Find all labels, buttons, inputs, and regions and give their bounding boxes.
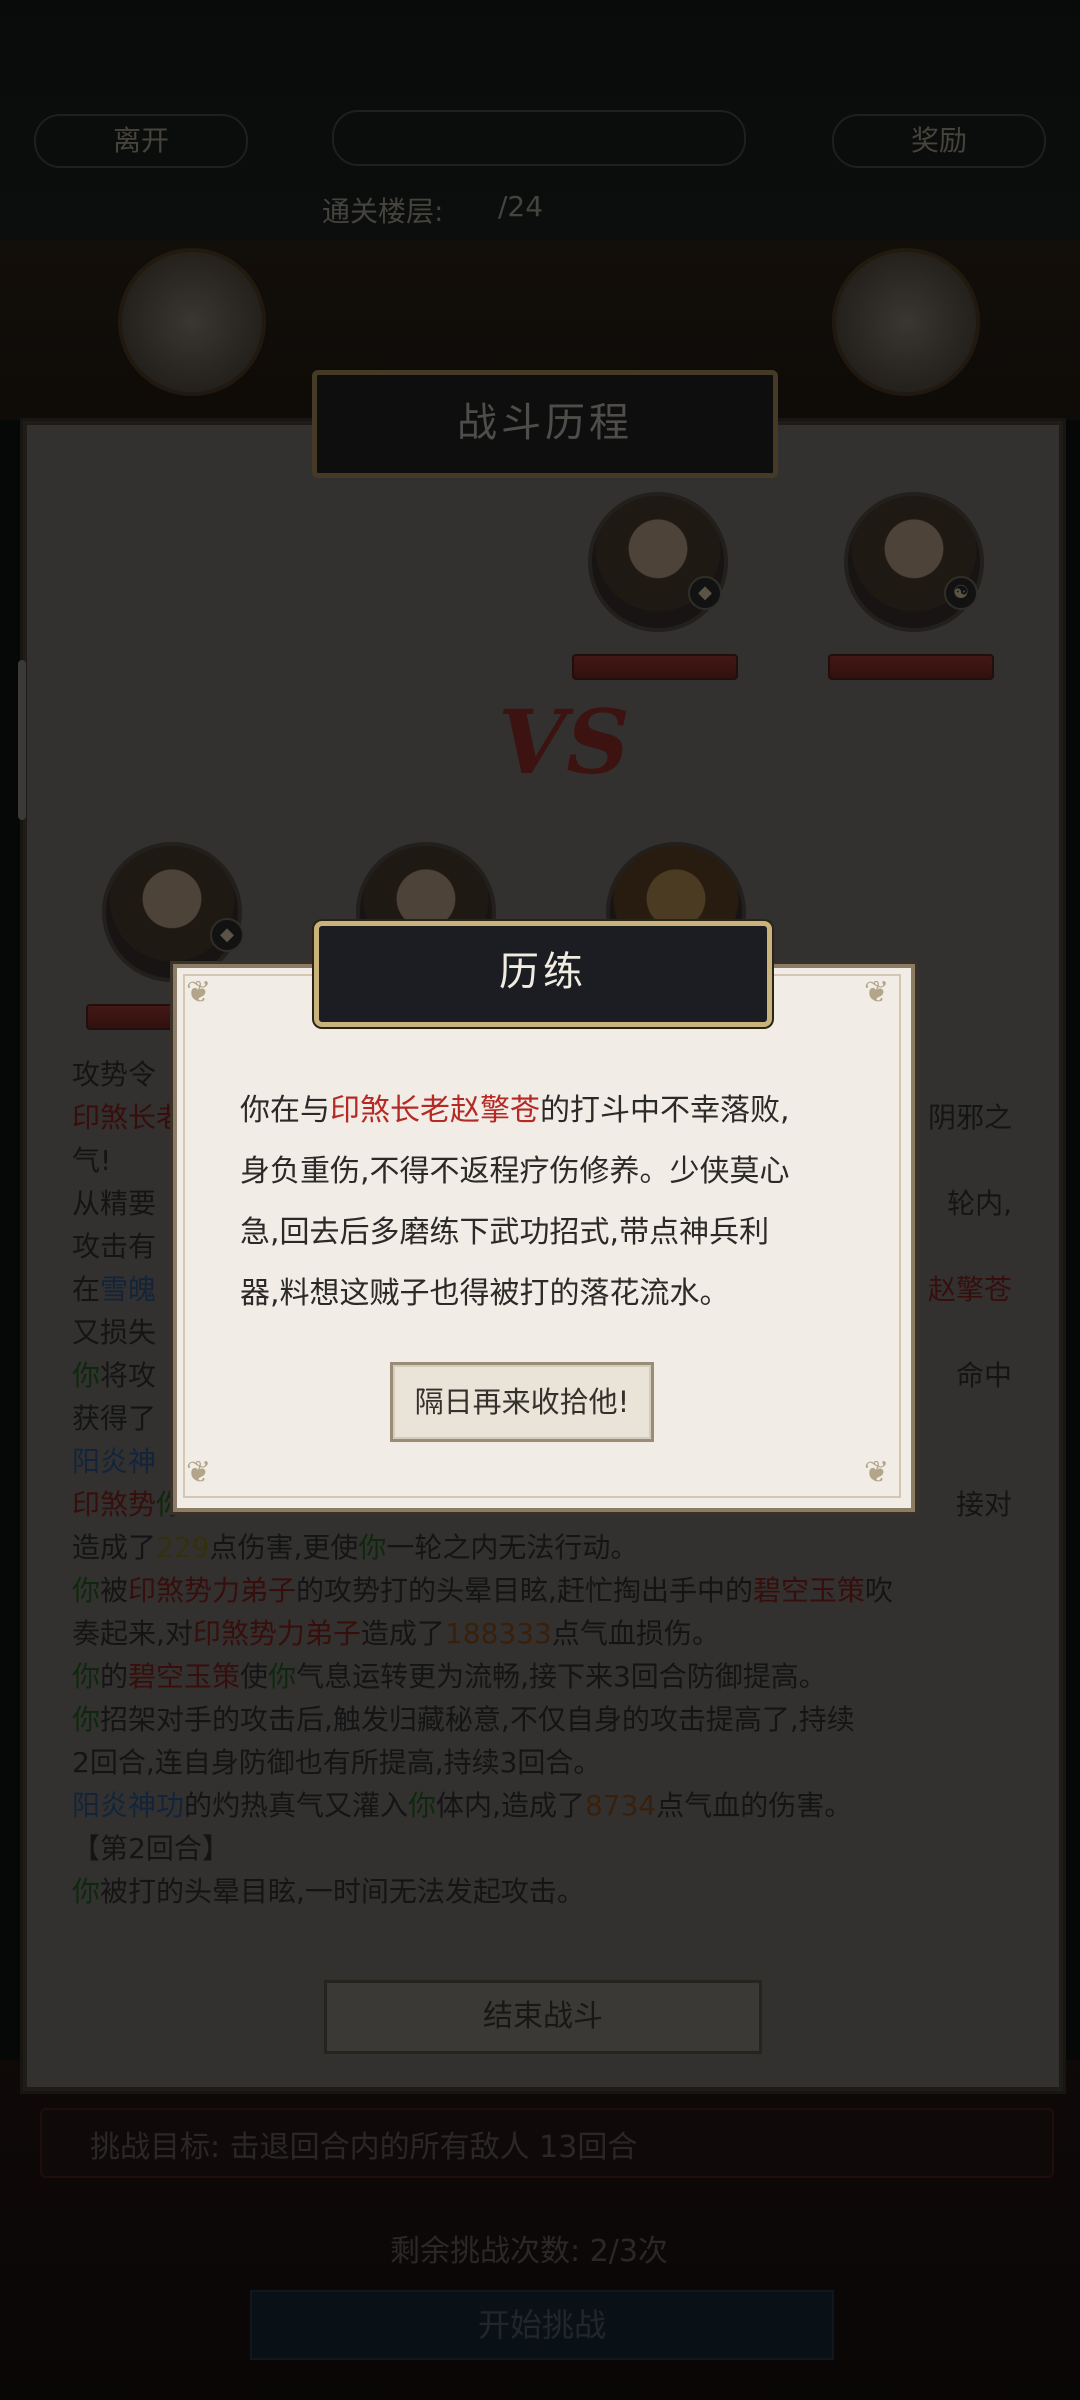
message-text: 急,回去后多磨练下武功招式,带点神兵利 [240,1215,770,1250]
confirm-button[interactable]: 隔日再来收拾他! [390,1362,654,1442]
message-text: 的打斗中不幸落败, [540,1093,790,1128]
message-text: 身负重伤,不得不返程疗伤修养。少侠莫心 [240,1154,790,1189]
dialog-title: 历练 [314,921,772,1027]
corner-ornament-icon: ❦ [186,975,212,1010]
message-text: 你在与 [240,1093,330,1128]
corner-ornament-icon: ❦ [186,1455,212,1490]
corner-ornament-icon: ❦ [864,975,890,1010]
dialog-message: 你在与印煞长老赵擎苍的打斗中不幸落败, 身负重伤,不得不返程疗伤修养。少侠莫心 … [240,1080,840,1324]
message-text: 器,料想这贼子也得被打的落花流水。 [240,1276,730,1311]
corner-ornament-icon: ❦ [864,1455,890,1490]
enemy-name: 印煞长老赵擎苍 [330,1093,540,1128]
